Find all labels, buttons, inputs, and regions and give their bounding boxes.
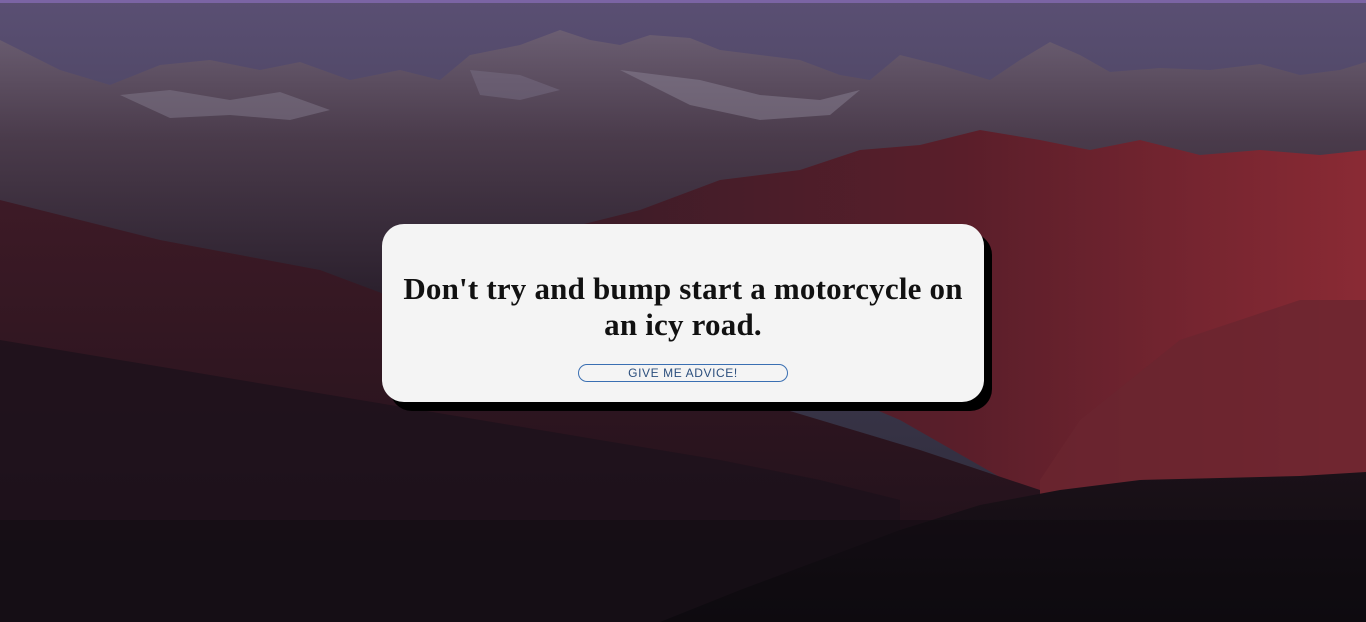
advice-card: Don't try and bump start a motorcycle on… bbox=[382, 224, 984, 402]
advice-text: Don't try and bump start a motorcycle on… bbox=[403, 271, 963, 342]
give-me-advice-button[interactable]: GIVE ME ADVICE! bbox=[578, 364, 788, 382]
